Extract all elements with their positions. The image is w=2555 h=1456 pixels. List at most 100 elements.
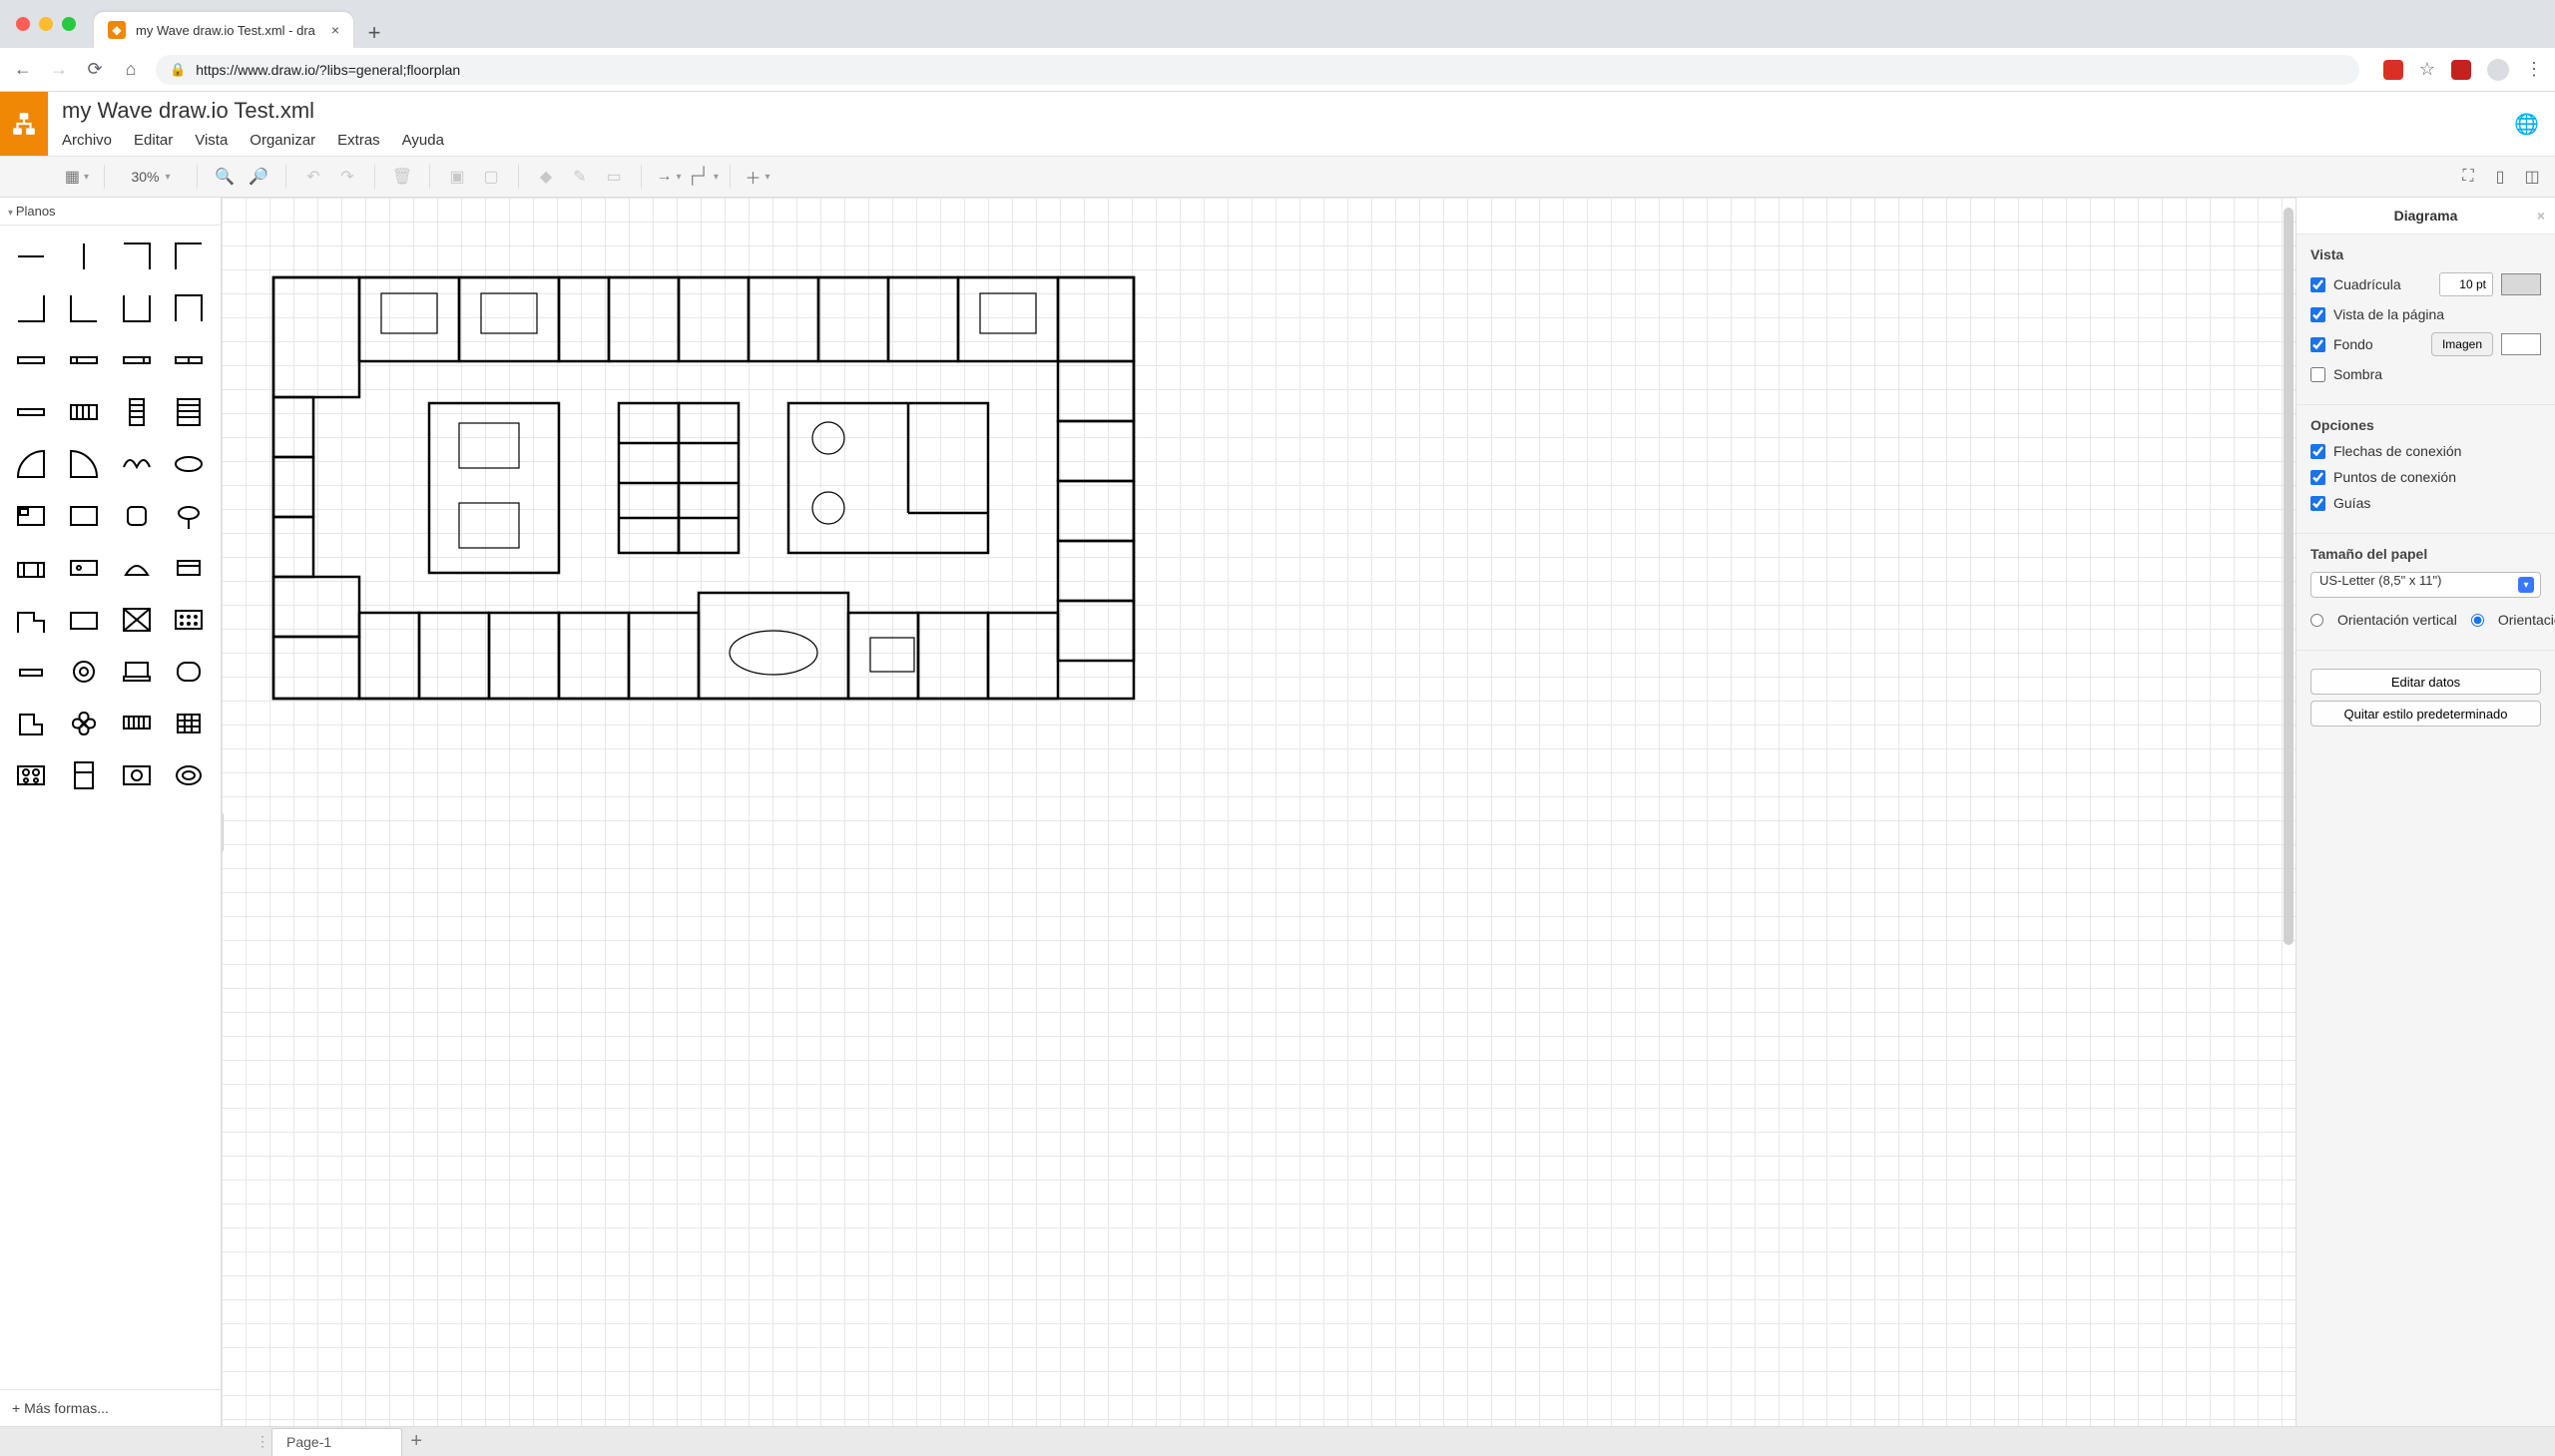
document-title[interactable]: my Wave draw.io Test.xml	[62, 98, 2500, 124]
shape-window[interactable]	[10, 391, 52, 433]
chrome-menu-icon[interactable]: ⋮	[2525, 59, 2543, 80]
zoom-dropdown[interactable]: 30% ▾	[119, 169, 183, 185]
canvas[interactable]	[222, 198, 2296, 1426]
fill-color-icon[interactable]: ◆	[533, 164, 559, 190]
image-button[interactable]: Imagen	[2431, 332, 2493, 356]
conn-points-checkbox[interactable]	[2310, 470, 2325, 485]
grid-size-input[interactable]	[2439, 272, 2493, 296]
profile-avatar[interactable]	[2487, 59, 2509, 81]
shape-chair[interactable]	[116, 495, 158, 537]
shape-keyboard[interactable]	[116, 703, 158, 744]
shape-wall-u[interactable]	[116, 287, 158, 329]
palette-heading[interactable]: Planos	[0, 198, 221, 226]
extension-icon[interactable]	[2383, 60, 2403, 80]
shadow-icon[interactable]: ▭	[601, 164, 627, 190]
language-icon[interactable]: 🌐	[2514, 112, 2539, 137]
shape-opening[interactable]	[63, 339, 105, 381]
shape-cooktop[interactable]	[10, 754, 52, 796]
more-shapes-button[interactable]: + Más formas...	[0, 1389, 221, 1426]
shape-laptop[interactable]	[116, 651, 158, 693]
add-page-button[interactable]: +	[402, 1430, 430, 1453]
menu-organizar[interactable]: Organizar	[250, 132, 315, 149]
orientation-vertical-radio[interactable]	[2310, 613, 2323, 628]
shape-sink-round[interactable]	[116, 754, 158, 796]
extension-icon[interactable]	[2451, 60, 2471, 80]
reload-icon[interactable]: ⟳	[84, 59, 106, 81]
shape-wall-corner-bl[interactable]	[63, 287, 105, 329]
outline-icon[interactable]: ◫	[2519, 164, 2545, 190]
orientation-horizontal-radio[interactable]	[2471, 613, 2484, 628]
shape-counter-l[interactable]	[10, 599, 52, 641]
close-panel-icon[interactable]: ×	[2537, 208, 2545, 224]
connection-icon[interactable]: →	[656, 164, 682, 190]
shape-dots[interactable]	[168, 599, 210, 641]
to-back-icon[interactable]: ▢	[478, 164, 504, 190]
menu-vista[interactable]: Vista	[195, 132, 228, 149]
shape-bed[interactable]	[10, 495, 52, 537]
close-tab-icon[interactable]: ×	[331, 22, 339, 38]
redo-icon[interactable]: ↷	[334, 164, 360, 190]
window-zoom-button[interactable]	[62, 17, 76, 31]
shape-basin[interactable]	[168, 754, 210, 796]
shape-opening[interactable]	[168, 339, 210, 381]
back-icon[interactable]: ←	[12, 59, 34, 81]
address-bar[interactable]: 🔒 https://www.draw.io/?libs=general;floo…	[156, 55, 2359, 85]
browser-tab[interactable]: ◆ my Wave draw.io Test.xml - dra ×	[94, 12, 353, 48]
fullscreen-icon[interactable]: ⛶	[2455, 164, 2481, 190]
insert-icon[interactable]: ＋	[745, 164, 770, 190]
delete-icon[interactable]: 🗑	[389, 164, 415, 190]
shape-stairs[interactable]	[168, 391, 210, 433]
view-mode-button[interactable]: ▦	[64, 164, 90, 190]
home-icon[interactable]: ⌂	[120, 59, 142, 81]
shape-tub[interactable]	[168, 651, 210, 693]
paper-size-select[interactable]: US-Letter (8,5" x 11")	[2310, 572, 2541, 598]
shape-shelf[interactable]	[10, 651, 52, 693]
background-color-swatch[interactable]	[2501, 333, 2541, 355]
shape-stairs[interactable]	[116, 391, 158, 433]
shape-plant[interactable]	[63, 703, 105, 744]
undo-icon[interactable]: ↶	[300, 164, 326, 190]
shape-round-table[interactable]	[63, 651, 105, 693]
shape-wall-corner-tl[interactable]	[168, 236, 210, 277]
window-minimize-button[interactable]	[39, 17, 53, 31]
shape-table-oval[interactable]	[168, 443, 210, 485]
menu-archivo[interactable]: Archivo	[62, 132, 112, 149]
shape-bed[interactable]	[63, 495, 105, 537]
new-tab-button[interactable]: +	[359, 18, 389, 48]
to-front-icon[interactable]: ▣	[444, 164, 470, 190]
clear-default-style-button[interactable]: Quitar estilo predeterminado	[2310, 701, 2541, 727]
conn-arrows-checkbox[interactable]	[2310, 444, 2325, 459]
shape-oven[interactable]	[168, 547, 210, 589]
grid-checkbox[interactable]	[2310, 277, 2325, 292]
guides-checkbox[interactable]	[2310, 496, 2325, 511]
line-color-icon[interactable]: ✎	[567, 164, 593, 190]
shadow-checkbox[interactable]	[2310, 367, 2325, 382]
shape-door-double[interactable]	[116, 443, 158, 485]
shape-grid[interactable]	[168, 703, 210, 744]
shape-window-grid[interactable]	[63, 391, 105, 433]
shape-door-quarter[interactable]	[63, 443, 105, 485]
shape-wall-corner-br[interactable]	[10, 287, 52, 329]
bookmark-star-icon[interactable]: ☆	[2419, 59, 2435, 80]
shape-opening[interactable]	[116, 339, 158, 381]
floorplan-drawing[interactable]	[269, 273, 1138, 703]
zoom-in-icon[interactable]: 🔍	[212, 164, 238, 190]
format-panel-icon[interactable]: ▯	[2487, 164, 2513, 190]
window-close-button[interactable]	[16, 17, 30, 31]
shape-sink[interactable]	[116, 547, 158, 589]
background-checkbox[interactable]	[2310, 337, 2325, 352]
sidebar-splitter[interactable]	[222, 812, 224, 852]
shape-counter[interactable]	[63, 547, 105, 589]
shape-wall-vertical[interactable]	[63, 236, 105, 277]
menu-editar[interactable]: Editar	[134, 132, 173, 149]
canvas-scrollbar[interactable]	[2284, 208, 2294, 945]
shape-fridge[interactable]	[63, 754, 105, 796]
shape-wall-corner-tr[interactable]	[116, 236, 158, 277]
zoom-out-icon[interactable]: 🔎	[246, 164, 271, 190]
menu-extras[interactable]: Extras	[337, 132, 380, 149]
shape-cross-panel[interactable]	[116, 599, 158, 641]
forward-icon[interactable]: →	[48, 59, 70, 81]
menu-ayuda[interactable]: Ayuda	[402, 132, 444, 149]
shape-lamp[interactable]	[168, 495, 210, 537]
drawio-logo-icon[interactable]	[0, 92, 48, 156]
